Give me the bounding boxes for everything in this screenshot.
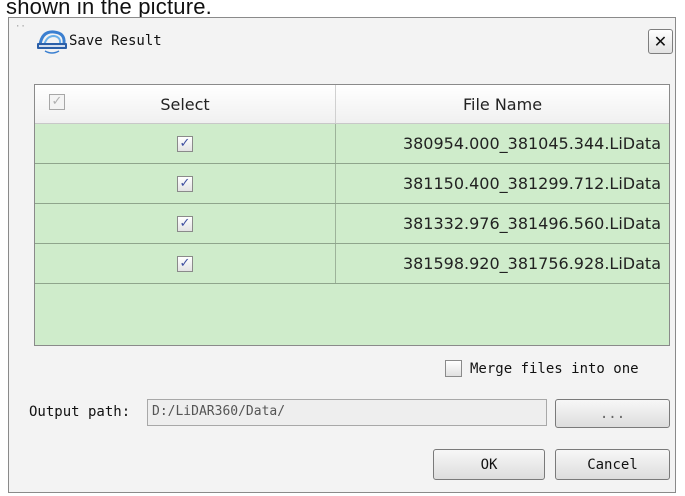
file-name-cell: 381150.400_381299.712.LiData (335, 164, 669, 203)
table-row[interactable]: ✓ 381598.920_381756.928.LiData (35, 244, 669, 284)
browse-button[interactable]: ... (555, 399, 670, 428)
merge-files-label[interactable]: Merge files into one (470, 361, 639, 377)
window-title: Save Result (69, 33, 162, 49)
table-body: ✓ 380954.000_381045.344.LiData ✓ 381150.… (35, 124, 669, 284)
column-header-select-label: Select (160, 94, 210, 114)
file-name-cell: 380954.000_381045.344.LiData (335, 124, 669, 163)
select-cell: ✓ (35, 244, 335, 283)
column-header-file-name-label: File Name (462, 94, 543, 114)
corner-mark: ·· (15, 22, 26, 32)
select-cell: ✓ (35, 204, 335, 243)
result-file-table: ✓ Select File Name ✓ 380954.000_381045.3… (34, 84, 670, 346)
save-result-dialog: ·· Save Result ✕ ✓ Select File Name ✓ 38… (8, 17, 676, 493)
close-button[interactable]: ✕ (648, 29, 673, 54)
row-checkbox[interactable]: ✓ (177, 215, 193, 232)
table-row[interactable]: ✓ 381332.976_381496.560.LiData (35, 204, 669, 244)
merge-files-checkbox[interactable] (445, 360, 462, 377)
cancel-button-label: Cancel (587, 456, 638, 473)
table-row[interactable]: ✓ 380954.000_381045.344.LiData (35, 124, 669, 164)
row-checkbox[interactable]: ✓ (177, 135, 193, 152)
cancel-button[interactable]: Cancel (555, 449, 670, 480)
select-cell: ✓ (35, 124, 335, 163)
output-path-label: Output path: (29, 404, 131, 420)
select-all-checkbox[interactable]: ✓ (49, 94, 65, 110)
column-header-file-name[interactable]: File Name (335, 85, 669, 123)
file-name-cell: 381598.920_381756.928.LiData (335, 244, 669, 283)
table-row[interactable]: ✓ 381150.400_381299.712.LiData (35, 164, 669, 204)
ok-button[interactable]: OK (433, 449, 545, 480)
row-checkbox[interactable]: ✓ (177, 175, 193, 192)
title-bar[interactable]: ·· Save Result ✕ (9, 18, 675, 66)
row-checkbox[interactable]: ✓ (177, 255, 193, 272)
column-header-select[interactable]: ✓ Select (35, 85, 335, 123)
table-header: ✓ Select File Name (35, 85, 669, 124)
output-path-field[interactable]: D:/LiDAR360/Data/ (147, 399, 547, 426)
close-icon: ✕ (653, 32, 668, 51)
select-cell: ✓ (35, 164, 335, 203)
ok-button-label: OK (480, 456, 498, 473)
file-name-cell: 381332.976_381496.560.LiData (335, 204, 669, 243)
lidar360-logo-icon (37, 30, 67, 54)
browse-button-label: ... (599, 405, 626, 422)
